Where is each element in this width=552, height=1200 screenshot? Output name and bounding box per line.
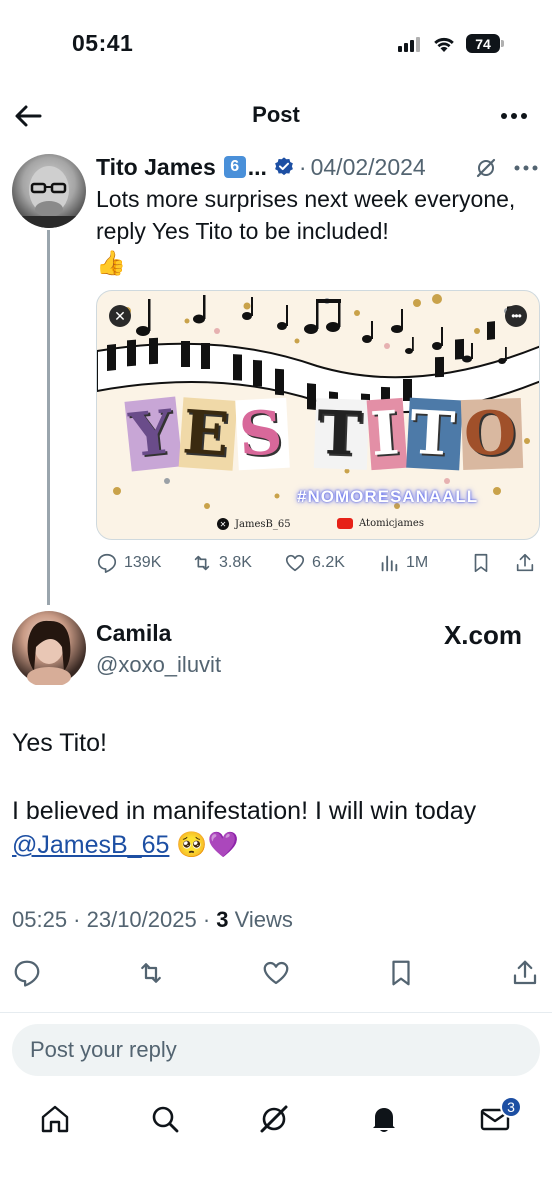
bell-icon bbox=[373, 1108, 395, 1132]
tab-messages[interactable]: 3 bbox=[478, 1096, 522, 1138]
credit-yt-handle: Atomicjames bbox=[359, 518, 424, 529]
share-icon[interactable] bbox=[510, 958, 540, 988]
divider bbox=[0, 1012, 552, 1013]
quoted-more-icon[interactable] bbox=[512, 160, 540, 176]
wifi-icon bbox=[434, 37, 454, 52]
home-icon bbox=[41, 1105, 69, 1133]
post-timestamp: 05:25 · 23/10/2025 · bbox=[12, 907, 217, 932]
quoted-author-name[interactable]: Tito James bbox=[96, 154, 216, 181]
quoted-views-button[interactable]: 1M bbox=[378, 552, 428, 574]
bookmark-icon[interactable] bbox=[386, 958, 416, 988]
search-icon bbox=[152, 1106, 179, 1133]
battery-level: 74 bbox=[466, 34, 500, 53]
quoted-share-icon[interactable] bbox=[514, 552, 536, 574]
quoted-post-text: Lots more surprises next week everyone, … bbox=[96, 183, 546, 280]
quoted-author-avatar[interactable] bbox=[12, 154, 86, 228]
quoted-post-date: 04/02/2024 bbox=[310, 153, 426, 180]
post-emojis: 🥺💜 bbox=[176, 831, 239, 859]
image-credit-youtube: Atomicjames bbox=[337, 518, 424, 529]
tab-home[interactable] bbox=[38, 1102, 74, 1138]
image-hashtag: #NOMORESANAALL bbox=[297, 487, 479, 506]
post-line-2-container: I believed in manifestation! I will win … bbox=[12, 794, 542, 862]
grok-icon[interactable] bbox=[474, 156, 498, 180]
x-logo-icon: ✕ bbox=[217, 518, 229, 530]
author-handle[interactable]: @xoxo_iluvit bbox=[96, 652, 221, 678]
name-truncation: ... bbox=[247, 153, 267, 180]
letter-t1: T bbox=[313, 398, 369, 470]
post-source-label[interactable]: X.com bbox=[444, 620, 522, 651]
status-time: 05:41 bbox=[72, 30, 134, 56]
quoted-author-badge: 6 bbox=[223, 156, 246, 178]
quoted-post-header: Tito James 6 ... · 04/02/2024 bbox=[96, 150, 546, 184]
views-icon bbox=[381, 555, 398, 572]
verified-badge-icon bbox=[275, 157, 293, 176]
quoted-repost-count: 3.8K bbox=[219, 554, 252, 571]
post-meta: 05:25 · 23/10/2025 · 3 Views bbox=[12, 907, 293, 933]
header-separator: · bbox=[298, 153, 307, 180]
letter-e: E bbox=[178, 397, 237, 471]
youtube-logo-icon bbox=[337, 518, 353, 529]
reply-placeholder: Post your reply bbox=[30, 1037, 177, 1062]
quoted-bookmark-icon[interactable] bbox=[470, 552, 492, 574]
post-view-count: 3 bbox=[216, 907, 229, 932]
author-name[interactable]: Camila bbox=[96, 620, 171, 647]
credit-x-handle: JamesB_65 bbox=[235, 518, 291, 530]
cellular-signal-icon bbox=[398, 36, 420, 52]
repost-icon bbox=[194, 555, 210, 571]
tab-search[interactable] bbox=[148, 1102, 184, 1138]
quoted-like-button[interactable]: 6.2K bbox=[284, 552, 345, 574]
quoted-post-actions: 139K 3.8K 6.2K 1M bbox=[96, 552, 546, 578]
quoted-like-count: 6.2K bbox=[312, 554, 345, 571]
reply-icon[interactable] bbox=[12, 958, 42, 988]
mention-link[interactable]: @JamesB_65 bbox=[12, 831, 169, 859]
letter-i: I bbox=[367, 397, 408, 471]
repost-icon[interactable] bbox=[136, 958, 166, 988]
quoted-post-image[interactable]: ✕ ••• YES TITO #NOMORESANAALL ✕ JamesB_6… bbox=[96, 290, 540, 540]
more-options-icon[interactable] bbox=[498, 104, 530, 128]
like-icon bbox=[285, 554, 305, 572]
battery-icon: 74 bbox=[466, 34, 504, 53]
top-nav: Post bbox=[0, 92, 552, 140]
thread-connector-line bbox=[47, 230, 50, 605]
image-title-letters: YES TITO bbox=[124, 396, 524, 472]
media-more-icon[interactable]: ••• bbox=[505, 305, 527, 327]
reply-input[interactable]: Post your reply bbox=[12, 1024, 540, 1076]
status-bar: 05:41 74 bbox=[0, 0, 552, 90]
status-icons: 74 bbox=[398, 34, 504, 53]
post-actions bbox=[0, 958, 552, 990]
post-views-label: Views bbox=[228, 907, 293, 932]
letter-y: Y bbox=[124, 396, 183, 472]
messages-badge: 3 bbox=[500, 1096, 522, 1118]
tab-grok[interactable] bbox=[257, 1102, 293, 1138]
page-title: Post bbox=[252, 102, 300, 127]
post-line-2: I believed in manifestation! I will win … bbox=[12, 797, 477, 825]
quoted-repost-button[interactable]: 3.8K bbox=[191, 552, 252, 574]
like-icon[interactable] bbox=[261, 958, 291, 988]
thumbs-up-emoji: 👍 bbox=[96, 250, 126, 277]
post-line-1: Yes Tito! bbox=[12, 729, 107, 757]
letter-s: S bbox=[234, 397, 290, 471]
quoted-post-body: Lots more surprises next week everyone, … bbox=[96, 186, 516, 244]
quoted-view-count: 1M bbox=[406, 554, 429, 571]
quoted-reply-button[interactable]: 139K bbox=[96, 552, 161, 574]
bottom-tab-bar: 3 bbox=[0, 1096, 552, 1146]
letter-t2: T bbox=[405, 397, 462, 471]
media-close-icon[interactable]: ✕ bbox=[109, 305, 131, 327]
author-avatar[interactable] bbox=[12, 611, 86, 687]
grok-icon bbox=[260, 1105, 288, 1133]
tab-notifications[interactable] bbox=[367, 1102, 403, 1138]
image-credit-x: ✕ JamesB_65 bbox=[217, 518, 291, 530]
quoted-reply-count: 139K bbox=[124, 554, 162, 571]
reply-icon bbox=[97, 553, 117, 573]
letter-o: O bbox=[461, 397, 524, 471]
post-body: Yes Tito! I believed in manifestation! I… bbox=[12, 726, 542, 862]
